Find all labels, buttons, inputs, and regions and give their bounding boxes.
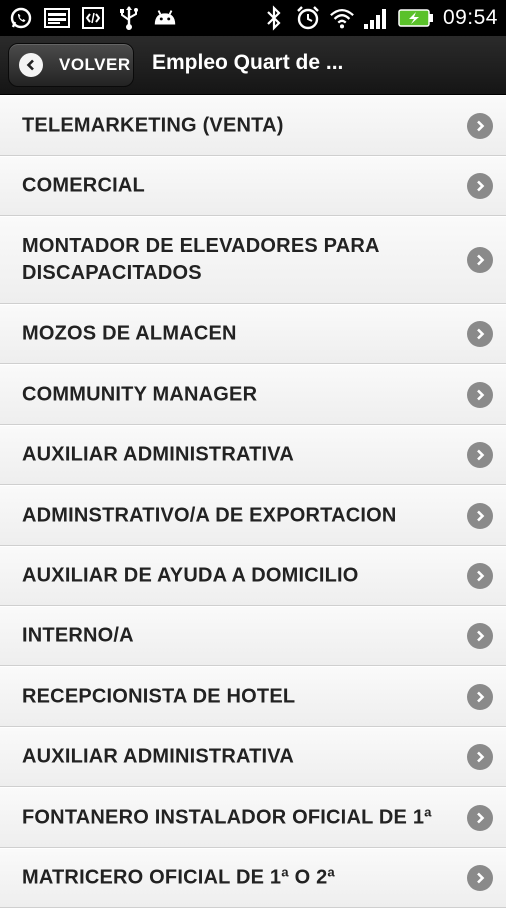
code-icon xyxy=(80,5,106,31)
list-item-label: MOZOS DE ALMACEN xyxy=(22,322,237,345)
clock-time: 09:54 xyxy=(442,6,498,29)
list-item[interactable]: COMMUNITY MANAGER xyxy=(0,364,506,425)
wifi-icon xyxy=(329,5,355,31)
chevron-right-icon xyxy=(467,744,493,770)
page-title: Empleo Quart de ... xyxy=(152,51,344,74)
system-icons: 09:54 xyxy=(261,4,498,32)
status-bar: 09:54 xyxy=(0,0,506,36)
back-button[interactable]: VOLVER xyxy=(8,43,134,87)
list-item-label: AUXILIAR ADMINISTRATIVA xyxy=(22,443,294,466)
list-item-label: INTERNO/A xyxy=(22,624,134,647)
list-item-label: COMERCIAL xyxy=(22,174,145,197)
list-item-label: TELEMARKETING (VENTA) xyxy=(22,114,284,136)
chevron-right-icon xyxy=(467,563,493,589)
chevron-right-icon xyxy=(467,112,493,139)
list-item-label: AUXILIAR ADMINISTRATIVA xyxy=(22,745,294,768)
bluetooth-icon xyxy=(261,5,287,31)
action-bar: VOLVER Empleo Quart de ... xyxy=(0,36,506,95)
battery-charging-icon xyxy=(397,5,435,31)
chevron-right-icon xyxy=(467,321,493,347)
list-item-label: ADMINSTRATIVO/A DE EXPORTACION xyxy=(22,504,397,526)
chevron-right-icon xyxy=(467,865,493,891)
usb-icon xyxy=(116,5,142,31)
chevron-right-icon xyxy=(467,173,493,199)
alarm-icon xyxy=(295,5,321,31)
list-item-label: MONTADOR DE ELEVADORES PARA DISCAPACITAD… xyxy=(22,235,379,284)
chevron-right-icon xyxy=(467,502,493,529)
chevron-left-icon xyxy=(19,53,43,77)
signal-icon xyxy=(363,5,389,31)
list-item[interactable]: TELEMARKETING (VENTA) xyxy=(0,95,506,156)
list-item-label: FONTANERO INSTALADOR OFICIAL DE 1ª xyxy=(22,806,432,828)
chevron-right-icon xyxy=(467,442,493,468)
list-item-label: RECEPCIONISTA DE HOTEL xyxy=(22,685,296,707)
list-item[interactable]: MOZOS DE ALMACEN xyxy=(0,304,506,364)
whatsapp-icon xyxy=(8,5,34,31)
chevron-right-icon xyxy=(467,381,493,408)
list-item[interactable]: MATRICERO OFICIAL DE 1ª O 2ª xyxy=(0,848,506,908)
chevron-right-icon xyxy=(467,247,493,273)
android-icon xyxy=(152,5,178,31)
list-item[interactable]: MONTADOR DE ELEVADORES PARA DISCAPACITAD… xyxy=(0,216,506,304)
image-icon xyxy=(44,5,70,31)
job-list: TELEMARKETING (VENTA) COMERCIAL MONTADOR… xyxy=(0,95,506,908)
chevron-right-icon xyxy=(467,683,493,710)
list-item-label: MATRICERO OFICIAL DE 1ª O 2ª xyxy=(22,866,336,889)
list-item[interactable]: FONTANERO INSTALADOR OFICIAL DE 1ª xyxy=(0,787,506,848)
list-item-label: COMMUNITY MANAGER xyxy=(22,383,258,405)
list-item[interactable]: COMERCIAL xyxy=(0,156,506,216)
chevron-right-icon xyxy=(467,623,493,649)
list-item[interactable]: AUXILIAR ADMINISTRATIVA xyxy=(0,425,506,485)
back-button-label: VOLVER xyxy=(59,55,131,74)
list-item-label: AUXILIAR DE AYUDA A DOMICILIO xyxy=(22,564,359,587)
chevron-right-icon xyxy=(467,804,493,831)
list-item[interactable]: INTERNO/A xyxy=(0,606,506,666)
list-item[interactable]: RECEPCIONISTA DE HOTEL xyxy=(0,666,506,727)
list-item[interactable]: ADMINSTRATIVO/A DE EXPORTACION xyxy=(0,485,506,546)
list-item[interactable]: AUXILIAR DE AYUDA A DOMICILIO xyxy=(0,546,506,606)
list-item[interactable]: AUXILIAR ADMINISTRATIVA xyxy=(0,727,506,787)
notification-icons xyxy=(8,4,178,32)
